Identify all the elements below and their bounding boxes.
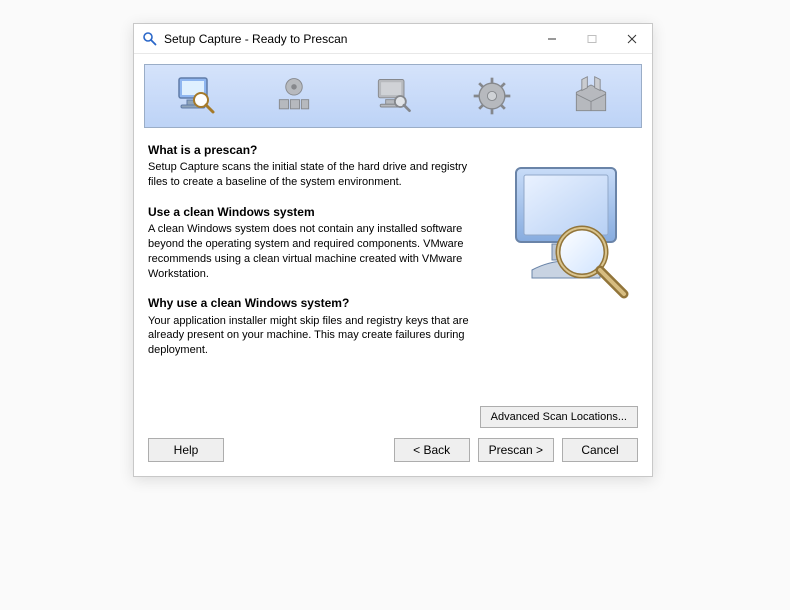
heading-clean-system: Use a clean Windows system bbox=[148, 204, 484, 220]
minimize-button[interactable] bbox=[532, 24, 572, 53]
heading-why-clean: Why use a clean Windows system? bbox=[148, 295, 484, 311]
prescan-step-icon bbox=[169, 70, 221, 122]
title-bar: Setup Capture - Ready to Prescan bbox=[134, 24, 652, 54]
wizard-step-banner bbox=[144, 64, 642, 128]
heading-what-is-prescan: What is a prescan? bbox=[148, 142, 484, 158]
install-step-icon bbox=[367, 70, 419, 122]
help-button[interactable]: Help bbox=[148, 438, 224, 462]
explanation-text: What is a prescan? Setup Capture scans t… bbox=[148, 142, 484, 398]
advanced-scan-locations-label: Advanced Scan Locations... bbox=[491, 411, 627, 423]
maximize-button bbox=[572, 24, 612, 53]
illustration bbox=[496, 142, 638, 398]
back-button[interactable]: < Back bbox=[394, 438, 470, 462]
close-button[interactable] bbox=[612, 24, 652, 53]
content-area: What is a prescan? Setup Capture scans t… bbox=[134, 142, 652, 398]
app-icon bbox=[142, 31, 158, 47]
scan-step-icon bbox=[268, 70, 320, 122]
advanced-scan-locations-button[interactable]: Advanced Scan Locations... bbox=[480, 406, 638, 428]
wizard-footer: Help < Back Prescan > Cancel bbox=[134, 428, 652, 476]
body-why-clean: Your application installer might skip fi… bbox=[148, 314, 484, 359]
prescan-button[interactable]: Prescan > bbox=[478, 438, 554, 462]
window-controls bbox=[532, 24, 652, 53]
body-what-is-prescan: Setup Capture scans the initial state of… bbox=[148, 160, 484, 190]
configure-step-icon bbox=[466, 70, 518, 122]
build-step-icon bbox=[565, 70, 617, 122]
cancel-button[interactable]: Cancel bbox=[562, 438, 638, 462]
window-title: Setup Capture - Ready to Prescan bbox=[164, 32, 532, 46]
dialog-window: Setup Capture - Ready to Prescan bbox=[133, 23, 653, 477]
body-clean-system: A clean Windows system does not contain … bbox=[148, 222, 484, 281]
